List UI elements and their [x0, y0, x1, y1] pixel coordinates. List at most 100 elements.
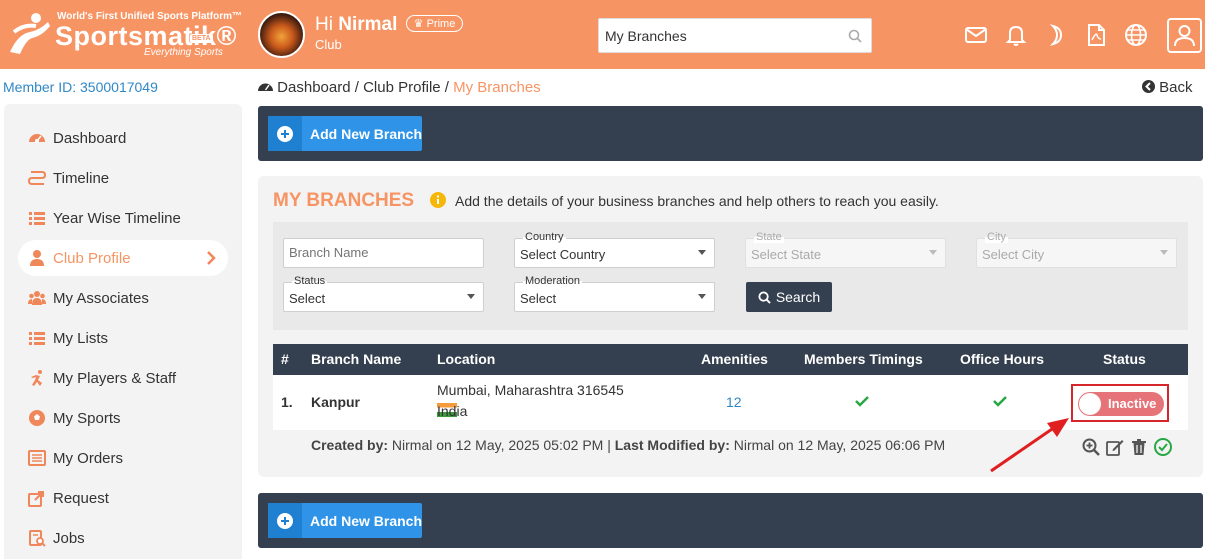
search-icon[interactable] — [848, 29, 862, 43]
user-icon — [28, 249, 46, 267]
country-name: India — [437, 403, 468, 419]
caret-down-icon — [929, 250, 937, 255]
sidebar-item-label: My Lists — [53, 329, 109, 347]
state-label: State — [754, 231, 784, 243]
sportsmatik-logo[interactable]: World's First Unified Sports Platform™ S… — [6, 8, 246, 62]
prime-badge: ♛ Prime — [405, 15, 464, 32]
filter-bar: Country Select Country State Select Stat… — [273, 222, 1188, 330]
sidebar-item-jobs[interactable]: Jobs — [18, 520, 228, 556]
page-title: MY BRANCHES — [273, 190, 415, 211]
modified-by-value: Nirmal on 12 May, 2025 06:06 PM — [733, 437, 946, 453]
back-link[interactable]: Back — [1142, 79, 1193, 96]
pdf-file-icon[interactable] — [1083, 22, 1109, 48]
mail-icon[interactable] — [963, 22, 989, 48]
sidebar-item-label: Request — [53, 489, 109, 507]
trash-icon[interactable] — [1129, 437, 1149, 457]
crown-icon: ♛ — [413, 18, 424, 30]
orders-icon — [28, 449, 46, 467]
add-new-branch-button[interactable]: Add New Branch — [268, 116, 422, 151]
add-new-branch-label: Add New Branch — [310, 125, 423, 142]
amenities-count[interactable]: 12 — [726, 394, 742, 410]
sidebar-item-request[interactable]: Request — [18, 480, 228, 516]
edit-icon[interactable] — [1105, 437, 1125, 457]
request-icon — [28, 489, 46, 507]
sidebar-item-my-players-staff[interactable]: My Players & Staff — [18, 360, 228, 396]
search-button[interactable]: Search — [746, 282, 832, 312]
add-new-branch-label: Add New Branch — [310, 512, 423, 529]
sidebar-item-my-sports[interactable]: My Sports — [18, 400, 228, 436]
row-number: 1. — [281, 394, 293, 410]
moon-icon[interactable] — [1043, 22, 1069, 48]
column-header-office-hours: Office Hours — [960, 351, 1045, 367]
zoom-in-icon[interactable] — [1081, 437, 1101, 457]
country-select[interactable]: Country Select Country — [514, 231, 715, 268]
info-icon — [430, 192, 446, 208]
runner-logo-icon — [10, 13, 50, 54]
status-select[interactable]: Status Select — [283, 275, 484, 312]
globe-icon[interactable] — [1123, 22, 1149, 48]
created-by-label: Created by: — [311, 437, 389, 453]
state-select[interactable]: State Select State — [745, 231, 946, 268]
chevron-right-icon — [207, 251, 216, 265]
search-button-label: Search — [775, 289, 821, 305]
column-header-members-timings: Members Timings — [804, 351, 923, 367]
city-value: Select City — [982, 247, 1045, 262]
greeting: Hi Nirmal ♛ Prime — [315, 14, 464, 36]
panel-description: Add the details of your business branche… — [455, 193, 939, 209]
bottom-action-bar: Add New Branch — [258, 493, 1203, 548]
sidebar-item-dashboard[interactable]: Dashboard — [18, 120, 228, 156]
column-header-branch-name: Branch Name — [311, 351, 402, 367]
sidebar-item-timeline[interactable]: Timeline — [18, 160, 228, 196]
sidebar-item-my-orders[interactable]: My Orders — [18, 440, 228, 476]
city-select[interactable]: City Select City — [976, 231, 1177, 268]
associates-icon — [28, 289, 46, 307]
country-value: Select Country — [520, 247, 606, 262]
plus-circle-icon — [268, 503, 302, 538]
avatar[interactable] — [258, 11, 305, 58]
breadcrumb-club-profile[interactable]: Club Profile — [363, 79, 441, 96]
sidebar: Dashboard Timeline Year Wise Timeline Cl… — [4, 104, 242, 559]
moderation-select[interactable]: Moderation Select — [514, 275, 715, 312]
approve-check-icon[interactable] — [1153, 437, 1173, 457]
bell-icon[interactable] — [1003, 22, 1029, 48]
caret-down-icon — [698, 294, 706, 299]
search-icon — [758, 290, 771, 304]
prime-label: Prime — [426, 18, 456, 30]
sidebar-item-label: Jobs — [53, 529, 85, 547]
user-role: Club — [315, 37, 342, 52]
sidebar-item-label: Year Wise Timeline — [53, 209, 181, 227]
toggle-knob — [1079, 393, 1101, 415]
moderation-label: Moderation — [523, 275, 583, 287]
breadcrumb-dashboard[interactable]: Dashboard — [277, 79, 350, 96]
status-toggle[interactable]: Inactive — [1078, 392, 1164, 416]
sidebar-item-year-wise-timeline[interactable]: Year Wise Timeline — [18, 200, 228, 236]
global-search — [598, 18, 872, 53]
city-label: City — [985, 231, 1008, 243]
list-icon — [28, 329, 46, 347]
caret-down-icon — [1160, 250, 1168, 255]
table-header: # Branch Name Location Amenities Members… — [273, 344, 1188, 375]
sidebar-item-label: Timeline — [53, 169, 110, 187]
column-header-location: Location — [437, 351, 496, 367]
jobs-icon — [28, 529, 46, 547]
search-input[interactable] — [599, 19, 839, 52]
user-menu-button[interactable] — [1167, 18, 1202, 53]
add-new-branch-button[interactable]: Add New Branch — [268, 503, 422, 538]
status-label: Inactive — [1108, 396, 1157, 411]
back-arrow-icon — [1142, 80, 1155, 93]
sidebar-item-my-associates[interactable]: My Associates — [18, 280, 228, 316]
created-modified-info: Created by: Nirmal on 12 May, 2025 05:02… — [311, 437, 945, 453]
branch-name-input[interactable] — [289, 245, 474, 260]
member-id: Member ID: 3500017049 — [3, 79, 158, 95]
moderation-value: Select — [520, 291, 557, 306]
ball-icon — [28, 409, 46, 427]
caret-down-icon — [698, 250, 706, 255]
sidebar-item-my-lists[interactable]: My Lists — [18, 320, 228, 356]
caret-down-icon — [467, 294, 475, 299]
top-action-bar: Add New Branch — [258, 106, 1203, 161]
user-icon — [1174, 25, 1195, 47]
breadcrumb-separator: / — [354, 79, 359, 96]
list-icon — [28, 209, 46, 227]
sidebar-item-club-profile[interactable]: Club Profile — [18, 240, 228, 276]
breadcrumb-current: My Branches — [453, 79, 541, 96]
